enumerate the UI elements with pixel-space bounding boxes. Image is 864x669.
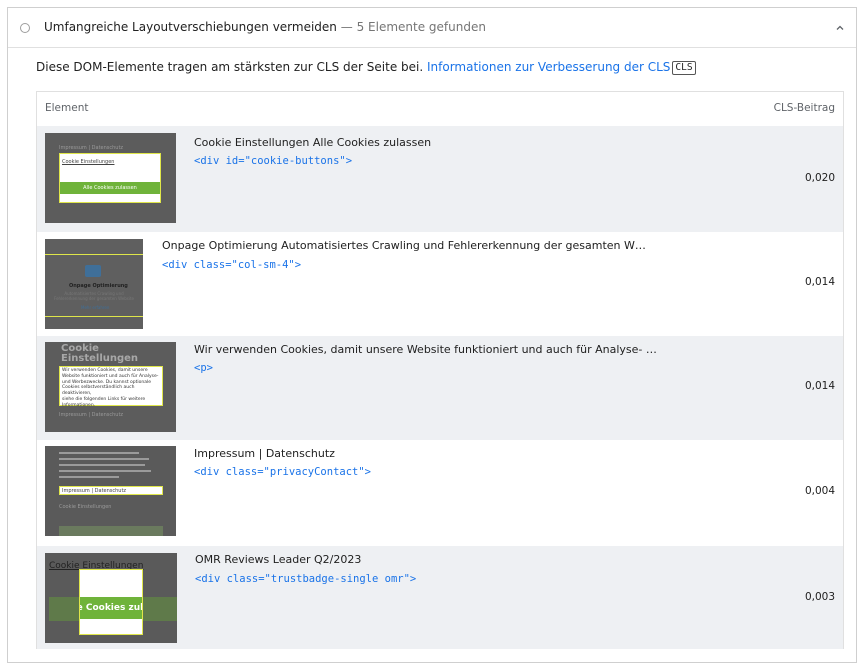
thumb-text: Automatisiertes Crawling und Fehlererken… — [53, 291, 135, 301]
cls-value: 0,014 — [804, 380, 835, 392]
column-header-cls: CLS-Beitrag — [773, 102, 835, 114]
node-label: Wir verwenden Cookies, damit unsere Webs… — [194, 343, 657, 356]
cls-value: 0,004 — [804, 485, 835, 497]
element-thumbnail: Cookie Einstellungen Alle Cookies zulass… — [45, 553, 177, 643]
node-snippet[interactable]: <p> — [194, 362, 213, 374]
node-snippet[interactable]: <div class="privacyContact"> — [194, 466, 371, 478]
table-row[interactable]: Cookie Einstellungen Alle Cookies zulass… — [37, 546, 843, 649]
thumb-green-button: Alle Cookies zulassen — [60, 182, 160, 194]
thumb-highlight-box: Cookie Einstellungen Alle Cookies zulass… — [59, 153, 161, 203]
description-text: Diese DOM-Elemente tragen am stärksten z… — [36, 60, 424, 74]
table-row[interactable]: Cookie Einstellungen Wir verwenden Cooki… — [37, 336, 843, 440]
thumb-highlight-box: Alle Cookies zulassen — [79, 569, 143, 635]
node-label: Onpage Optimierung Automatisiertes Crawl… — [162, 239, 646, 252]
table-header: Element CLS-Beitrag — [37, 92, 843, 126]
thumb-text: Informationen. — [62, 402, 96, 408]
thumb-blur-button — [59, 526, 163, 536]
cls-value: 0,014 — [804, 276, 835, 288]
thumb-heading: Cookie Einstellungen — [61, 343, 139, 364]
thumb-highlight-line — [45, 254, 143, 255]
thumb-text: Wir verwenden Cookies, damit unsere — [62, 368, 148, 373]
table-row[interactable]: Impressum | Datenschutz Cookie Einstellu… — [37, 440, 843, 546]
thumb-text: Cookie Einstellungen — [59, 504, 112, 510]
thumb-blur-line — [59, 452, 139, 454]
elements-table: Element CLS-Beitrag Impressum | Datensch… — [36, 91, 844, 649]
element-thumbnail: Impressum | Datenschutz Cookie Einstellu… — [45, 446, 176, 536]
thumb-text: Impressum | Datenschutz — [59, 412, 124, 418]
audit-title-separator: — — [340, 20, 353, 34]
thumb-green-button: Alle Cookies zulassen — [80, 597, 142, 619]
status-circle-icon — [20, 23, 30, 33]
thumb-gear-icon — [85, 265, 101, 277]
column-header-element: Element — [45, 102, 89, 114]
thumb-text: Website funktioniert und auch für Analys… — [62, 373, 159, 379]
audit-panel: Umfangreiche Layoutverschiebungen vermei… — [7, 7, 857, 663]
thumb-highlight-line — [45, 316, 143, 317]
table-row[interactable]: Impressum | Datenschutz Cookie Einstellu… — [37, 126, 843, 232]
node-label: Cookie Einstellungen Alle Cookies zulass… — [194, 136, 432, 149]
cls-value: 0,020 — [804, 172, 835, 184]
thumb-blur-line — [59, 458, 149, 460]
thumb-text: Mehr erfahren — [81, 305, 110, 310]
audit-header[interactable]: Umfangreiche Layoutverschiebungen vermei… — [8, 8, 856, 48]
thumb-highlight-box: Wir verwenden Cookies, damit unsere Webs… — [59, 366, 163, 409]
cls-badge: CLS — [672, 61, 696, 75]
thumb-blur-line — [59, 464, 145, 466]
element-thumbnail: Onpage Optimierung Automatisiertes Crawl… — [45, 239, 143, 329]
audit-title-text: Umfangreiche Layoutverschiebungen vermei… — [44, 20, 337, 34]
thumb-text: Onpage Optimierung — [69, 283, 128, 289]
learn-more-link[interactable]: Informationen zur Verbesserung der CLS — [427, 60, 670, 74]
thumb-text: Cookie Einstellungen — [62, 159, 115, 165]
thumb-highlight-box: Impressum | Datenschutz — [59, 486, 163, 495]
audit-count: 5 Elemente gefunden — [356, 20, 486, 34]
thumb-text: Impressum | Datenschutz — [62, 488, 127, 494]
node-snippet[interactable]: <div id="cookie-buttons"> — [194, 155, 352, 167]
node-label: OMR Reviews Leader Q2/2023 — [195, 553, 362, 566]
thumb-blur-line — [59, 476, 119, 478]
thumb-text: Cookies selbstverständlich auch deaktivi… — [62, 385, 135, 397]
element-thumbnail: Cookie Einstellungen Wir verwenden Cooki… — [45, 342, 176, 432]
node-snippet[interactable]: <div class="trustbadge-single omr"> — [195, 573, 416, 585]
thumb-paragraph: Wir verwenden Cookies, damit unsere Webs… — [62, 368, 160, 409]
chevron-up-icon[interactable] — [834, 22, 846, 34]
element-thumbnail: Impressum | Datenschutz Cookie Einstellu… — [45, 133, 176, 223]
table-row[interactable]: Onpage Optimierung Automatisiertes Crawl… — [37, 232, 843, 336]
audit-title: Umfangreiche Layoutverschiebungen vermei… — [44, 20, 486, 34]
thumb-blur-line — [59, 470, 151, 472]
cls-value: 0,003 — [804, 591, 835, 603]
node-snippet[interactable]: <div class="col-sm-4"> — [162, 259, 301, 271]
thumb-text: Impressum | Datenschutz — [59, 145, 124, 151]
node-label: Impressum | Datenschutz — [194, 447, 335, 460]
audit-description: Diese DOM-Elemente tragen am stärksten z… — [36, 60, 696, 75]
